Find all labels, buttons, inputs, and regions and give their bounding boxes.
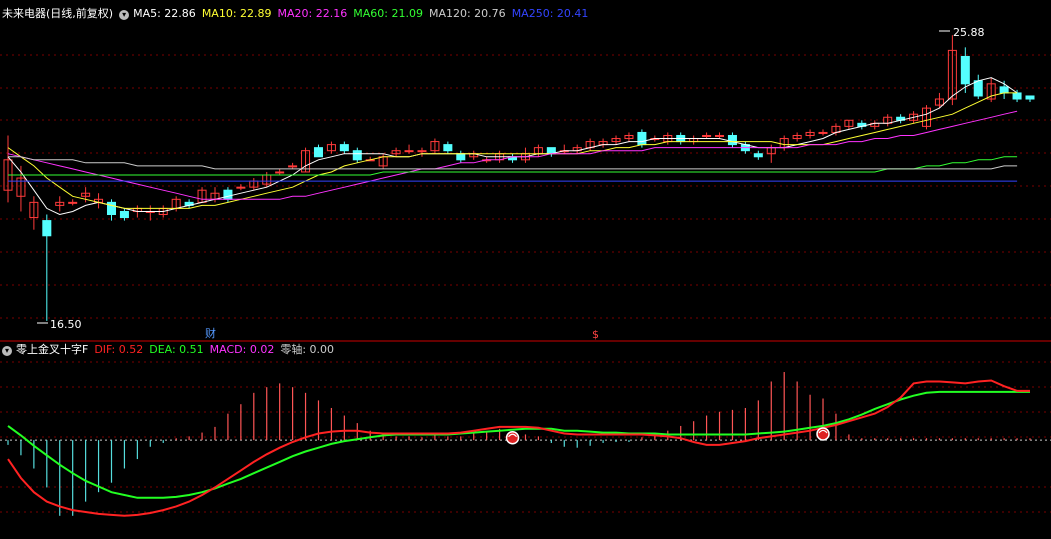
ma60-label: MA60: 21.09 <box>353 7 423 20</box>
candle-body <box>960 55 970 85</box>
candle-body <box>288 165 298 168</box>
candle-body <box>1025 95 1035 100</box>
candle-body <box>352 150 362 161</box>
candle-body <box>417 150 427 153</box>
candle-body <box>223 189 233 200</box>
financial-report-marker[interactable]: 财 <box>205 326 216 340</box>
chart-canvas: 25.88 16.50 财 $ <box>0 0 1051 539</box>
stock-title[interactable]: 未来电器(日线,前复权) <box>2 7 113 20</box>
candle-body <box>715 134 725 137</box>
candle-body <box>236 186 246 189</box>
ma20-label: MA20: 22.16 <box>277 7 348 20</box>
candle-body <box>106 201 117 216</box>
candle-body <box>727 134 737 146</box>
candle-body <box>456 153 466 161</box>
candle-body <box>42 220 52 237</box>
candle-body <box>404 150 414 153</box>
main-header: 未来电器(日线,前复权) ▾ MA5: 22.86 MA10: 22.89 MA20: … <box>2 7 594 21</box>
sub-header: ▾ 零上金叉十字F DIF: 0.52 DEA: 0.51 MACD: 0.02 零轴: … <box>2 343 340 357</box>
cross-signal-marker <box>816 427 830 441</box>
candle-body <box>702 134 712 137</box>
ma250-label: MA250: 20.41 <box>511 7 589 20</box>
candle-body <box>119 210 129 219</box>
candle-body <box>68 201 78 204</box>
dea-label: DEA: 0.51 <box>149 343 204 356</box>
candle-body <box>339 144 349 152</box>
candle-body <box>753 153 763 158</box>
dif-label: DIF: 0.52 <box>94 343 144 356</box>
dividend-marker[interactable]: $ <box>592 328 599 341</box>
cross-signal-marker <box>505 430 520 445</box>
candle-body <box>275 171 285 174</box>
ma10-label: MA10: 22.89 <box>201 7 272 20</box>
low-annotation: 16.50 <box>50 318 82 331</box>
indicator-dropdown-icon[interactable]: ▾ <box>2 346 12 356</box>
high-annotation: 25.88 <box>953 26 985 39</box>
chart-background <box>0 0 1051 539</box>
candle-body <box>973 80 983 97</box>
candle-body <box>637 131 647 146</box>
indicator-name[interactable]: 零上金叉十字F <box>16 343 88 356</box>
candle-body <box>313 147 323 158</box>
ma120-label: MA120: 20.76 <box>428 7 506 20</box>
zero-axis-label: 零轴: 0.00 <box>280 343 335 356</box>
macd-label: MACD: 0.02 <box>209 343 275 356</box>
period-dropdown-icon[interactable]: ▾ <box>119 10 130 20</box>
candle-body <box>1012 92 1022 100</box>
candle-body <box>818 131 828 134</box>
ma5-label: MA5: 22.86 <box>133 7 196 20</box>
candle-body <box>999 86 1009 94</box>
candle-body <box>443 144 453 152</box>
